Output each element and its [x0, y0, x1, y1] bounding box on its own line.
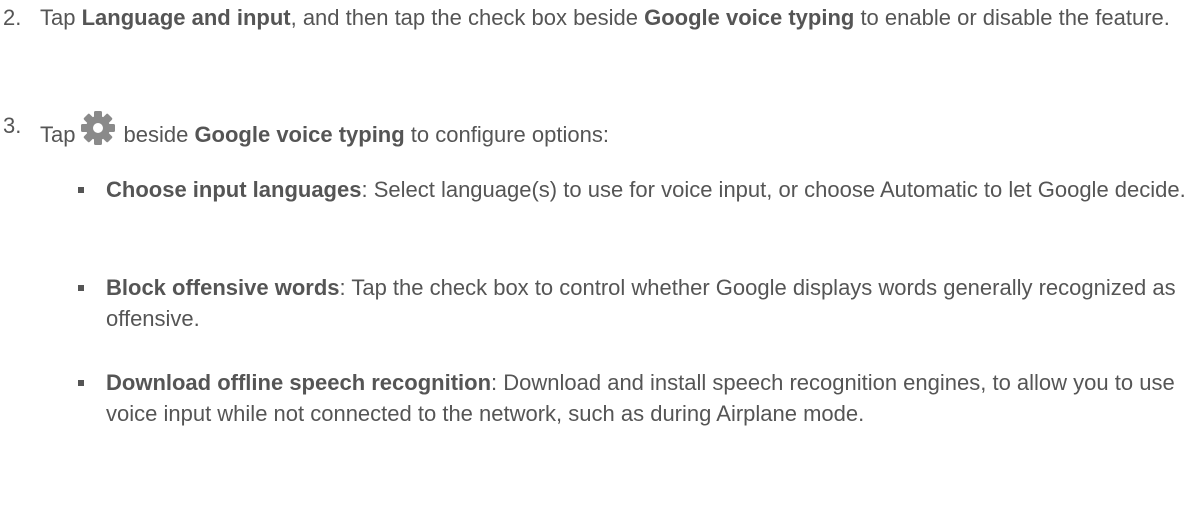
option-description: : Select language(s) to use for voice in… [361, 177, 1186, 202]
gear-icon [80, 110, 116, 146]
step-text: Tap beside Google voice typing to config… [40, 110, 1190, 150]
step-text: Tap Language and input, and then tap the… [40, 2, 1190, 33]
option-text: Download offline speech recognition: Dow… [106, 367, 1191, 429]
bullet-marker [78, 380, 84, 386]
text-run: Tap [40, 122, 76, 147]
option-term: Block offensive words [106, 275, 340, 300]
text-run: , and then tap the check box beside [290, 5, 645, 30]
option-text: Block offensive words: Tap the check box… [106, 272, 1191, 334]
bullet-marker [78, 285, 84, 291]
option-text: Choose input languages: Select language(… [106, 174, 1191, 205]
bullet-marker [78, 187, 84, 193]
option-term: Choose input languages [106, 177, 362, 202]
ui-term-google-voice-typing: Google voice typing [644, 5, 855, 30]
step-number: 2. [3, 5, 22, 30]
text-run: to enable or disable the feature. [854, 5, 1170, 30]
ui-term-language-and-input: Language and input [81, 5, 291, 30]
text-run: to configure options: [404, 122, 609, 147]
text-run: Tap [40, 5, 82, 30]
ui-term-google-voice-typing: Google voice typing [194, 122, 405, 147]
step-number: 3. [3, 113, 22, 138]
option-term: Download offline speech recognition [106, 370, 492, 395]
text-run: beside [123, 122, 195, 147]
